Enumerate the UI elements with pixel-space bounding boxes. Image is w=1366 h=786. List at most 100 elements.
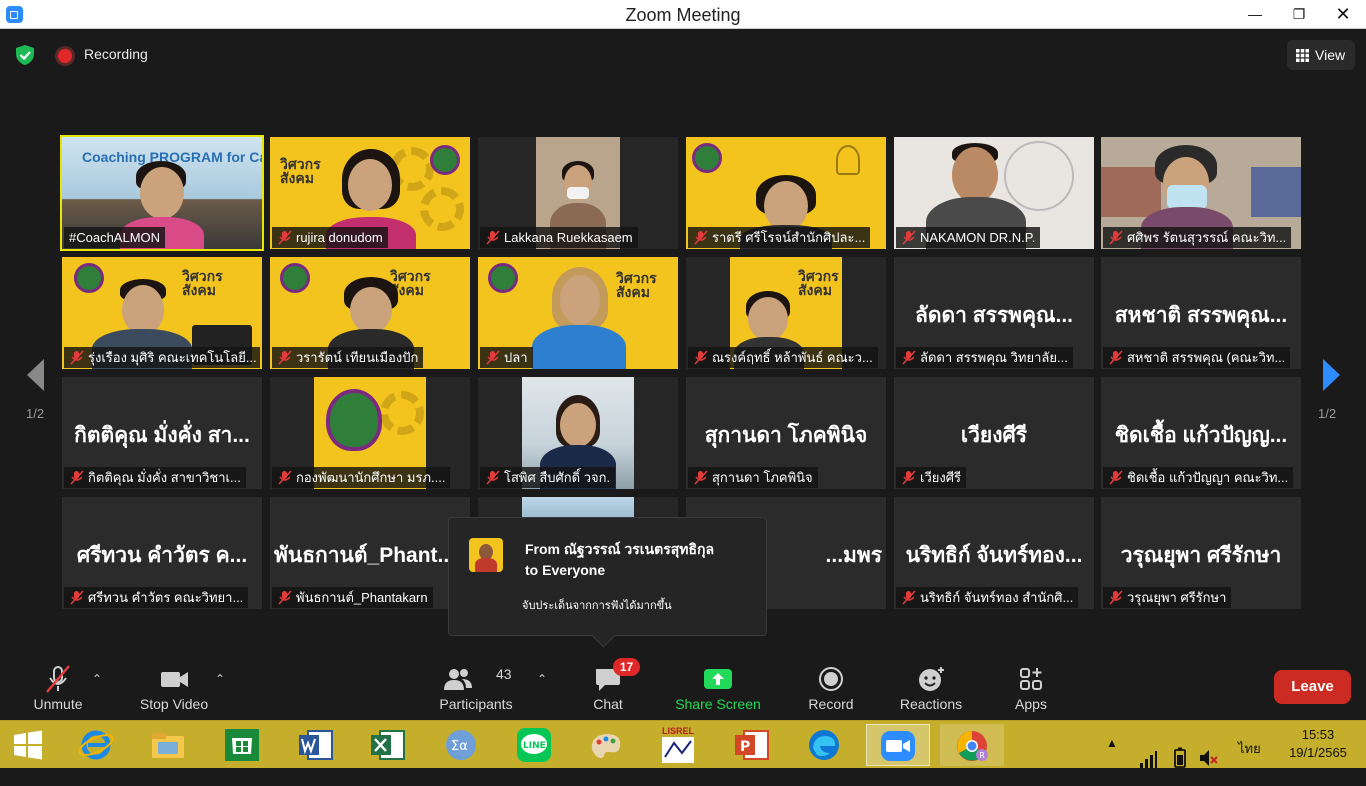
edge-browser-icon[interactable] bbox=[804, 726, 844, 764]
audio-options-caret-icon[interactable]: ⌃ bbox=[92, 672, 102, 686]
muted-mic-icon bbox=[278, 470, 292, 485]
chat-notification[interactable]: From ณัฐวรรณ์ วรเนตรสุทธิกุล to Everyone … bbox=[448, 517, 767, 636]
video-tile[interactable]: วิศวกร สังคม rujira donudom bbox=[270, 137, 470, 249]
video-tile[interactable]: Coaching PROGRAM for Career #CoachALMON bbox=[60, 135, 264, 251]
participant-name: ลัดดา สรรพคุณ วิทยาลัย... bbox=[896, 347, 1073, 368]
powerpoint-icon[interactable]: P bbox=[732, 726, 772, 764]
video-tile[interactable]: ลัดดา สรรพคุณ... ลัดดา สรรพคุณ วิทยาลัย.… bbox=[894, 257, 1094, 369]
microsoft-store-icon[interactable] bbox=[222, 726, 262, 764]
video-camera-icon bbox=[161, 672, 188, 687]
muted-mic-icon bbox=[278, 230, 292, 245]
lisrel-icon[interactable]: LISREL bbox=[658, 726, 698, 764]
muted-mic-icon bbox=[486, 350, 500, 365]
sender-avatar bbox=[469, 538, 503, 572]
share-screen-button[interactable]: Share Screen bbox=[668, 658, 768, 720]
video-tile[interactable]: สหชาติ สรรพคุณ... สหชาติ สรรพคุณ (คณะวิท… bbox=[1101, 257, 1301, 369]
muted-mic-icon bbox=[902, 470, 916, 485]
paint-icon[interactable] bbox=[586, 726, 626, 764]
video-tile[interactable]: เวียงศีรี เวียงศีรี bbox=[894, 377, 1094, 489]
windows-start-icon[interactable] bbox=[8, 726, 48, 764]
close-button[interactable]: ✕ bbox=[1321, 0, 1365, 29]
video-tile[interactable]: วิศวกร สังคม วรารัตน์ เทียนเมืองปัก bbox=[270, 257, 470, 369]
reactions-smiley-icon bbox=[919, 667, 944, 691]
participant-display-name: วรุณยุพา ศรีรักษา bbox=[1120, 544, 1282, 567]
line-app-icon[interactable]: LINE bbox=[514, 726, 554, 764]
video-tile[interactable]: โสพิศ สืบศักดิ์ วจก. bbox=[478, 377, 678, 489]
system-clock[interactable]: 15:53 19/1/2565 bbox=[1278, 726, 1358, 774]
stop-video-button[interactable]: Stop Video bbox=[130, 658, 218, 720]
excel-icon[interactable] bbox=[368, 726, 408, 764]
participant-display-name: นริทธิก์ จันทร์ทอง... bbox=[905, 544, 1083, 567]
video-tile[interactable]: ราตรี ศรีโรจน์สำนักศิปละ... bbox=[686, 137, 886, 249]
participant-name: กองพัฒนานักศึกษา มรภ.... bbox=[272, 467, 451, 488]
record-button[interactable]: Record bbox=[796, 658, 866, 720]
video-tile[interactable]: กองพัฒนานักศึกษา มรภ.... bbox=[270, 377, 470, 489]
participant-name: สหชาติ สรรพคุณ (คณะวิท... bbox=[1103, 347, 1291, 368]
video-tile[interactable]: วิศวกร สังคม ปลา bbox=[478, 257, 678, 369]
chat-button[interactable]: 17 Chat bbox=[572, 658, 644, 720]
battery-icon[interactable] bbox=[1170, 734, 1190, 782]
video-tile[interactable]: Lakkana Ruekkasaem bbox=[478, 137, 678, 249]
video-tile[interactable]: ศรีทวน คำวัตร ค... ศรีทวน คำวัตร คณะวิทย… bbox=[62, 497, 262, 609]
unmute-button[interactable]: Unmute bbox=[18, 658, 98, 720]
university-seal-icon bbox=[326, 389, 382, 451]
file-explorer-icon[interactable] bbox=[148, 726, 188, 764]
recording-indicator-icon bbox=[58, 49, 72, 63]
video-tile[interactable]: พันธกานต์_Phant... พันธกานต์_Phantakarn bbox=[270, 497, 470, 609]
leave-button[interactable]: Leave bbox=[1274, 670, 1351, 704]
video-tile[interactable]: สุกานดา โภคพินิจ สุกานดา โภคพินิจ bbox=[686, 377, 886, 489]
svg-text:LINE: LINE bbox=[523, 741, 546, 751]
chat-unread-badge: 17 bbox=[613, 658, 640, 676]
math-input-icon[interactable]: Σα bbox=[441, 726, 481, 764]
meeting-toolbar: Unmute ⌃ Stop Video ⌃ 43 Participants ⌃ … bbox=[0, 658, 1366, 720]
muted-mic-icon bbox=[278, 590, 292, 605]
shield-icon[interactable] bbox=[14, 44, 36, 66]
participant-name: เวียงศีรี bbox=[896, 467, 966, 488]
page-indicator-left: 1/2 bbox=[26, 406, 45, 421]
participant-name: นริทธิก์ จันทร์ทอง สำนักศิ... bbox=[896, 587, 1079, 608]
apps-icon bbox=[1020, 668, 1042, 690]
video-options-caret-icon[interactable]: ⌃ bbox=[215, 672, 225, 686]
internet-explorer-icon[interactable] bbox=[76, 726, 116, 764]
unmute-label: Unmute bbox=[33, 696, 83, 712]
chrome-icon: R bbox=[957, 731, 988, 761]
participant-name: ชิดเชื้อ แก้วปัญญา คณะวิท... bbox=[1103, 467, 1294, 488]
muted-mic-icon bbox=[1109, 230, 1123, 245]
speaker-muted-icon[interactable] bbox=[1198, 734, 1220, 782]
title-bar: Zoom Meeting — ❐ ✕ bbox=[0, 0, 1366, 29]
reactions-button[interactable]: Reactions bbox=[890, 658, 972, 720]
participant-name: Lakkana Ruekkasaem bbox=[480, 227, 638, 248]
window-title: Zoom Meeting bbox=[625, 5, 741, 25]
show-hidden-icons-chevron-icon[interactable]: ▲ bbox=[1106, 736, 1118, 784]
participants-label: Participants bbox=[439, 696, 513, 712]
restore-button[interactable]: ❐ bbox=[1277, 0, 1321, 29]
video-tile[interactable]: วิศวกร สังคม ณรงค์ฤทธิ์ หล้าพันธ์ คณะว... bbox=[686, 257, 886, 369]
view-button[interactable]: View bbox=[1287, 40, 1355, 70]
participant-name: รุ่งเรือง มุศิริ คณะเทคโนโลยี... bbox=[64, 347, 260, 368]
grid-icon bbox=[1296, 49, 1309, 62]
video-tile[interactable]: วิศวกร สังคม รุ่งเรือง มุศิริ คณะเทคโนโลย… bbox=[62, 257, 262, 369]
next-page-arrow-icon[interactable] bbox=[1321, 357, 1343, 393]
word-icon[interactable] bbox=[296, 726, 336, 764]
participants-options-caret-icon[interactable]: ⌃ bbox=[537, 672, 547, 686]
prev-page-arrow-icon[interactable] bbox=[24, 357, 46, 393]
network-signal-icon[interactable] bbox=[1138, 735, 1158, 783]
stop-video-label: Stop Video bbox=[139, 696, 209, 712]
muted-mic-icon bbox=[1109, 470, 1123, 485]
minimize-button[interactable]: — bbox=[1233, 0, 1277, 29]
apps-button[interactable]: Apps bbox=[1000, 658, 1062, 720]
video-tile[interactable]: นริทธิก์ จันทร์ทอง... นริทธิก์ จันทร์ทอง… bbox=[894, 497, 1094, 609]
participant-name: โสพิศ สืบศักดิ์ วจก. bbox=[480, 467, 616, 488]
zoom-taskbar-button[interactable] bbox=[866, 724, 930, 766]
participants-button[interactable]: 43 Participants bbox=[432, 658, 520, 720]
video-tile[interactable]: ศศิพร รัตนสุวรรณ์ คณะวิท... bbox=[1101, 137, 1301, 249]
participants-count: 43 bbox=[496, 666, 512, 682]
video-tile[interactable]: กิตติคุณ มั่งคั่ง สา... กิตติคุณ มั่งคั่… bbox=[62, 377, 262, 489]
video-tile[interactable]: วรุณยุพา ศรีรักษา วรุณยุพา ศรีรักษา bbox=[1101, 497, 1301, 609]
slide-text: วิศวกร สังคม bbox=[280, 156, 321, 186]
video-tile[interactable]: ชิดเชื้อ แก้วปัญญ... ชิดเชื้อ แก้วปัญญา … bbox=[1101, 377, 1301, 489]
input-language-indicator[interactable]: ไทย bbox=[1238, 738, 1261, 786]
video-tile[interactable]: NAKAMON DR.N.P. bbox=[894, 137, 1094, 249]
participant-name: NAKAMON DR.N.P. bbox=[896, 227, 1041, 248]
chrome-taskbar-button[interactable]: R bbox=[940, 724, 1004, 766]
